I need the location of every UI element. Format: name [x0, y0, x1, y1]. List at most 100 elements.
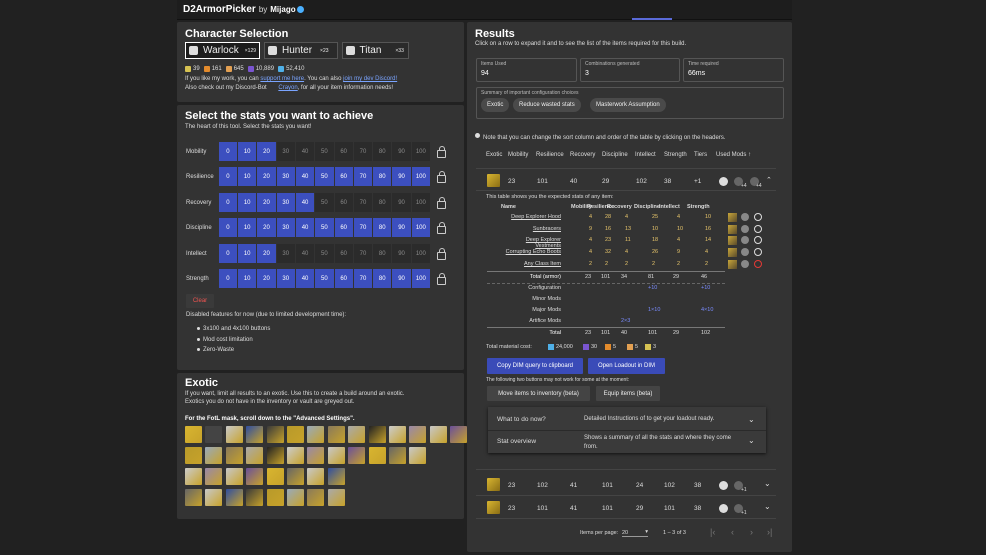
exotic-item-icon[interactable] [287, 468, 304, 485]
exotic-item-icon[interactable] [225, 468, 243, 485]
exotic-item-icon[interactable] [307, 489, 325, 506]
stat-cell[interactable]: 40 [295, 193, 316, 212]
exotic-item-icon[interactable] [287, 447, 304, 464]
per-page-select[interactable]: 20 ▾ [622, 529, 648, 537]
stat-cell[interactable]: 20 [257, 244, 277, 263]
stat-cell[interactable]: 50 [315, 167, 335, 186]
copy-dim-button[interactable]: Copy DIM query to clipboard [487, 358, 583, 374]
exotic-item-icon[interactable] [205, 426, 223, 443]
stat-cell[interactable]: 60 [334, 142, 354, 161]
stat-cell[interactable]: 60 [334, 218, 354, 237]
chevron-down-icon[interactable]: ⌄ [748, 436, 755, 445]
lock-icon[interactable] [437, 197, 446, 209]
exotic-item-icon[interactable] [287, 489, 304, 506]
stat-cell[interactable]: 80 [373, 244, 393, 263]
stat-cell[interactable]: 100 [411, 167, 431, 186]
stat-cell[interactable]: 100 [411, 218, 431, 237]
crayon-link[interactable]: Crayon [278, 85, 297, 91]
stat-cell[interactable]: 30 [276, 167, 296, 186]
stat-cell[interactable]: 80 [373, 193, 393, 212]
exotic-item-icon[interactable] [266, 447, 284, 464]
stat-cell[interactable]: 100 [411, 269, 431, 288]
header-recovery[interactable]: Recovery [570, 152, 595, 158]
stat-cell[interactable]: 90 [392, 167, 412, 186]
stat-cell[interactable]: 80 [373, 218, 393, 237]
class-hunter-button[interactable]: Hunter ×23 [264, 42, 338, 59]
chip-reduce-wasted[interactable]: Reduce wasted stats [513, 98, 581, 112]
exotic-item-icon[interactable] [246, 489, 264, 506]
stat-cell[interactable]: 10 [238, 142, 258, 161]
header-strength[interactable]: Strength [664, 152, 687, 158]
stat-cell[interactable]: 40 [295, 244, 316, 263]
block-icon[interactable] [754, 225, 762, 233]
exotic-item-icon[interactable] [246, 447, 264, 464]
stat-cell[interactable]: 100 [411, 244, 431, 263]
stat-cell[interactable]: 0 [218, 193, 239, 212]
stat-cell[interactable]: 80 [373, 269, 393, 288]
stat-cell[interactable]: 70 [353, 142, 374, 161]
stat-cell[interactable]: 30 [276, 142, 296, 161]
stat-cell[interactable]: 0 [218, 167, 239, 186]
header-intellect[interactable]: Intellect [635, 152, 656, 158]
stat-cell[interactable]: 100 [411, 193, 431, 212]
exotic-item-icon[interactable] [185, 489, 202, 506]
move-items-button[interactable]: Move items to inventory (beta) [487, 386, 590, 401]
last-page-icon[interactable]: ›| [767, 527, 772, 537]
stat-cell[interactable]: 50 [315, 269, 335, 288]
stat-cell[interactable]: 60 [334, 269, 354, 288]
header-usedmods[interactable]: Used Mods ↑ [716, 152, 751, 158]
chevron-down-icon[interactable]: ⌄ [748, 415, 755, 424]
stat-cell[interactable]: 0 [218, 269, 239, 288]
equip-items-button[interactable]: Equip items (beta) [596, 386, 660, 401]
exotic-item-icon[interactable] [327, 468, 345, 485]
exotic-item-icon[interactable] [185, 468, 202, 485]
exotic-item-icon[interactable] [225, 426, 243, 443]
stat-cell[interactable]: 30 [276, 244, 296, 263]
stat-cell[interactable]: 40 [295, 269, 316, 288]
lock-icon[interactable] [437, 146, 446, 158]
stat-cell[interactable]: 20 [257, 167, 277, 186]
stat-cell[interactable]: 70 [353, 244, 374, 263]
stat-cell[interactable]: 100 [411, 142, 431, 161]
stat-cell[interactable]: 50 [315, 193, 335, 212]
stat-cell[interactable]: 60 [334, 193, 354, 212]
stat-cell[interactable]: 20 [257, 193, 277, 212]
stat-cell[interactable]: 90 [392, 269, 412, 288]
block-icon[interactable] [754, 248, 762, 256]
stat-cell[interactable]: 20 [257, 142, 277, 161]
exotic-item-icon[interactable] [450, 426, 468, 443]
stat-cell[interactable]: 10 [238, 218, 258, 237]
exotic-item-icon[interactable] [185, 426, 202, 443]
support-link[interactable]: support me here [260, 76, 304, 82]
chevron-down-icon[interactable]: ⌄ [764, 479, 771, 488]
first-page-icon[interactable]: |‹ [710, 527, 715, 537]
header-discipline[interactable]: Discipline [602, 152, 628, 158]
chip-masterwork[interactable]: Masterwork Assumption [590, 98, 666, 112]
exotic-item-icon[interactable] [205, 489, 223, 506]
exotic-item-icon[interactable] [368, 447, 386, 464]
exotic-item-icon[interactable] [409, 426, 427, 443]
stat-cell[interactable]: 70 [353, 193, 374, 212]
chip-exotic[interactable]: Exotic [481, 98, 510, 112]
stat-cell[interactable]: 10 [238, 167, 258, 186]
exotic-item-icon[interactable] [389, 426, 406, 443]
stat-cell[interactable]: 90 [392, 142, 412, 161]
lock-icon[interactable] [437, 273, 446, 285]
stat-cell[interactable]: 60 [334, 244, 354, 263]
exotic-item-icon[interactable] [348, 447, 366, 464]
chevron-down-icon[interactable]: ⌄ [764, 502, 771, 511]
exotic-item-icon[interactable] [327, 426, 345, 443]
exotic-item-icon[interactable] [185, 447, 202, 464]
stat-cell[interactable]: 30 [276, 269, 296, 288]
lock-icon[interactable] [437, 222, 446, 234]
stat-cell[interactable]: 70 [353, 218, 374, 237]
class-titan-button[interactable]: Titan ×33 [341, 42, 409, 59]
exotic-item-icon[interactable] [307, 447, 325, 464]
stat-cell[interactable]: 40 [295, 218, 316, 237]
item-name-link[interactable]: Any Class Item [503, 261, 561, 267]
prev-page-icon[interactable]: ‹ [731, 527, 734, 537]
exotic-item-icon[interactable] [409, 447, 427, 464]
exotic-item-icon[interactable] [266, 426, 284, 443]
stat-cell[interactable]: 10 [238, 193, 258, 212]
discord-link[interactable]: join my dev Discord! [343, 76, 397, 82]
